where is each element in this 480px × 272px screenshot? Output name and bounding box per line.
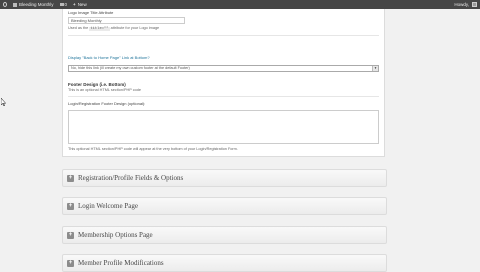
right-sidebar [400,9,480,270]
admin-bar: Bleeding Monthly 0 + New Howdy, [0,0,480,9]
display-link-select[interactable]: No, hide this link (ill create my own cu… [68,65,379,72]
new-label: New [77,2,87,7]
howdy-label: Howdy, [454,2,469,7]
hint-text-post: attribute for your Logo image [110,26,160,30]
plus-icon: + [73,2,76,7]
expand-plus-icon[interactable]: + [67,202,74,210]
comment-bubble-icon [59,3,64,6]
home-icon [13,2,17,7]
footer-design-hint: This is an optional HTML section/PHP cod… [68,88,142,92]
postbox-membership-options-page[interactable]: + Membership Options Page [62,226,387,244]
expand-plus-icon[interactable]: + [67,174,74,182]
site-name-link[interactable]: Bleeding Monthly [10,0,57,9]
site-name-label: Bleeding Monthly [19,2,54,7]
postbox-registration-profile-fields[interactable]: + Registration/Profile Fields & Options [62,169,387,187]
expand-plus-icon[interactable]: + [67,231,74,239]
logo-title-hint: Used as the title="" attribute for your … [68,26,159,31]
login-footer-hint: This optional HTML section/PHP code will… [68,147,238,151]
hint-text-pre: Used as the [68,26,89,30]
account-menu[interactable]: Howdy, [454,2,480,7]
postbox-title: Registration/Profile Fields & Options [78,174,184,182]
display-link-value: No, hide this link (ill create my own cu… [71,66,190,70]
logo-title-input[interactable]: Bleeding Monthly [68,17,185,24]
display-link-label: Display "Back to Home Page" Link at Bott… [68,55,150,60]
footer-design-heading: Footer Design (i.e. Bottom) [68,82,126,87]
divider [68,96,379,97]
divider [68,35,379,36]
comments-count: 0 [64,2,68,7]
new-content-menu[interactable]: + New [70,0,90,9]
admin-menu [0,9,62,270]
postbox-member-profile-modifications[interactable]: + Member Profile Modifications [62,254,387,272]
mouse-cursor-icon [1,98,6,106]
chevron-down-icon: ▾ [372,66,378,71]
login-footer-label: Login/Registration Footer Design (option… [68,101,146,106]
hint-code: title="" [89,27,110,31]
postbox-login-welcome-page[interactable]: + Login Welcome Page [62,197,387,215]
postbox-title: Membership Options Page [78,231,153,239]
postbox-title: Login Welcome Page [78,202,138,210]
comments-link[interactable]: 0 [57,0,71,9]
settings-panel: Logo Image Title Attribute Bleeding Mont… [62,9,385,157]
avatar [472,2,477,7]
expand-plus-icon[interactable]: + [67,259,74,267]
login-footer-textarea[interactable] [68,110,379,144]
logo-title-label: Logo Image Title Attribute [68,10,114,15]
postbox-title: Member Profile Modifications [78,259,164,267]
wordpress-logo-icon[interactable] [0,0,10,9]
